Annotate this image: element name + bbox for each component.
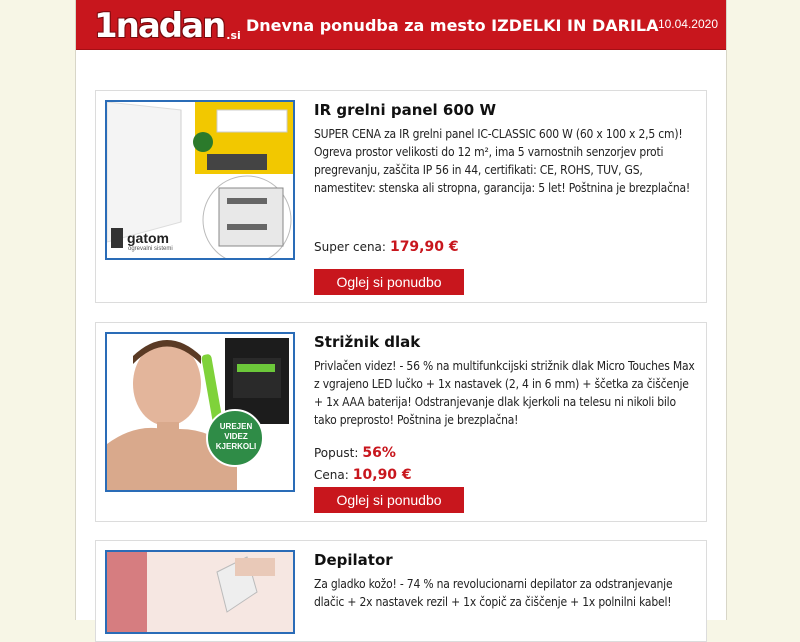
header-title-prefix: Dnevna ponudba za mesto [246, 16, 486, 35]
price-label: Cena: [314, 468, 349, 482]
price-value: 179,90 € [389, 239, 459, 255]
promo-badge: UREJEN VIDEZ KJERKOLI [215, 422, 257, 451]
offer-image-ir-panel[interactable]: gatom ogrevalni sistemi [105, 100, 295, 260]
discount-label: Popust: [314, 446, 359, 460]
offer-title[interactable]: Strižnik dlak [314, 333, 696, 351]
offer-info-ir-panel: IR grelni panel 600 W SUPER CENA za IR g… [314, 101, 696, 295]
offer-description: Za gladko kožo! - 74 % na revolucionarni… [314, 577, 673, 609]
view-offer-button[interactable]: Oglej si ponudbo [314, 269, 464, 295]
price-value: 10,90 € [352, 467, 412, 483]
trimmer-illustration [107, 334, 293, 490]
header-bar: 1nadan .si Dnevna ponudba za mesto IZDELK… [76, 0, 726, 50]
offer-card-ir-panel: gatom ogrevalni sistemi IR grelni panel … [95, 90, 707, 303]
header-date: 10.04.2020 [657, 17, 718, 31]
offer-price-line: Cena: 10,90 € [314, 467, 412, 483]
offer-info-trimmer: Strižnik dlak Privlačen videz! - 56 % na… [314, 333, 696, 513]
offer-title[interactable]: Depilator [314, 551, 696, 569]
offer-discount-line: Popust: 56% [314, 445, 396, 461]
view-offer-button[interactable]: Oglej si ponudbo [314, 487, 464, 513]
site-logo[interactable]: 1nadan .si [94, 6, 241, 46]
offer-price-line: Super cena: 179,90 € [314, 239, 459, 255]
newsletter-container: 1nadan .si Dnevna ponudba za mesto IZDELK… [75, 0, 727, 642]
offer-image-depilator[interactable] [105, 550, 295, 634]
discount-value: 56% [362, 445, 396, 461]
price-label: Super cena: [314, 240, 386, 254]
gatom-logo: gatom [127, 230, 169, 246]
header-title: Dnevna ponudba za mesto IZDELKI IN DARIL… [246, 16, 658, 35]
offer-title[interactable]: IR grelni panel 600 W [314, 101, 696, 119]
depilator-illustration [107, 552, 293, 632]
offer-description: Privlačen videz! - 56 % na multifunkcijs… [314, 359, 695, 427]
header-city: IZDELKI IN DARILA [491, 16, 659, 35]
gatom-logo-sub: ogrevalni sistemi [128, 246, 173, 252]
offer-card-depilator: Depilator Za gladko kožo! - 74 % na revo… [95, 540, 707, 642]
offer-description: SUPER CENA za IR grelni panel IC-CLASSIC… [314, 127, 691, 195]
offer-image-trimmer[interactable]: UREJEN VIDEZ KJERKOLI [105, 332, 295, 492]
offer-info-depilator: Depilator Za gladko kožo! - 74 % na revo… [314, 551, 696, 611]
offer-card-trimmer: UREJEN VIDEZ KJERKOLI Strižnik dlak Priv… [95, 322, 707, 522]
